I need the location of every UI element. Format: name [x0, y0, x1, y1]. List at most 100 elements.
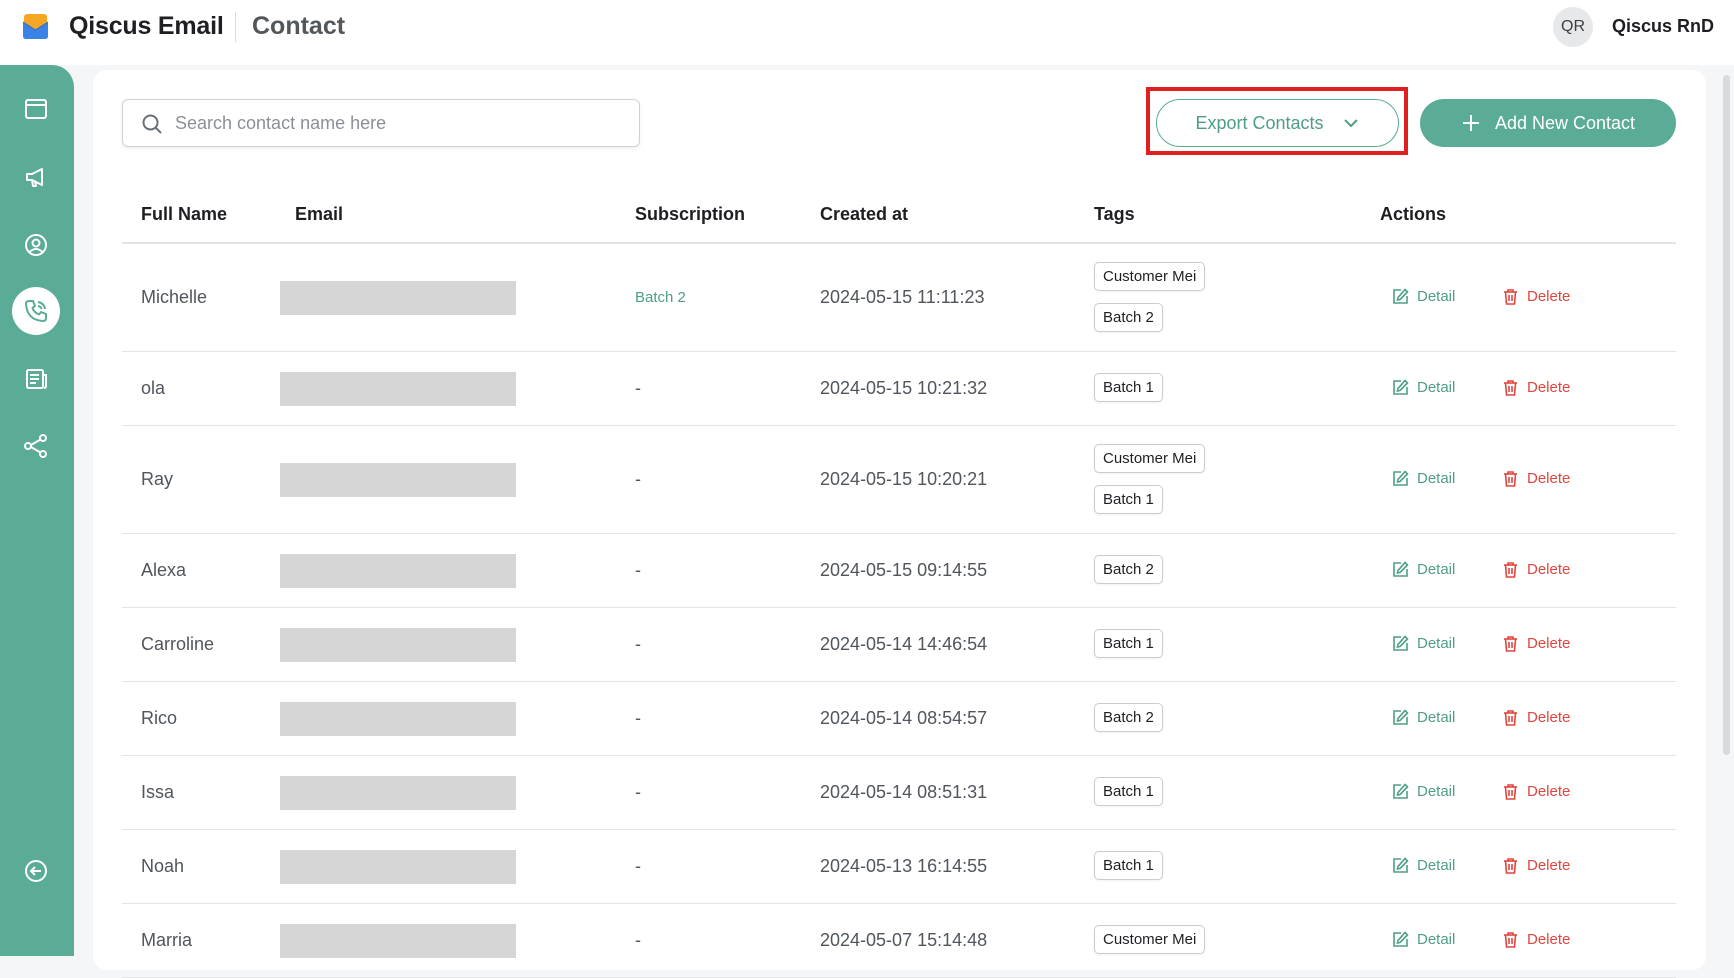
subscription-value: -	[635, 560, 641, 580]
detail-label: Detail	[1417, 635, 1456, 652]
created-at-value: 2024-05-15 11:11:23	[820, 287, 985, 307]
delete-label: Delete	[1527, 561, 1571, 578]
edit-icon	[1393, 561, 1409, 577]
tag-list: Customer Mei Batch 2	[1094, 262, 1206, 332]
sidebar-item-integrations[interactable]	[12, 422, 60, 470]
column-full-name: Full Name	[141, 204, 228, 224]
arrow-left-circle-icon	[25, 860, 47, 882]
detail-label: Detail	[1417, 857, 1456, 874]
add-new-contact-button[interactable]: Add New Contact	[1420, 99, 1676, 147]
subscription-value: -	[635, 930, 641, 950]
delete-button[interactable]: Delete	[1502, 288, 1570, 305]
tag-list: Batch 2	[1094, 703, 1163, 732]
tag-list: Customer Mei	[1094, 925, 1206, 954]
table-row: Carroline - 2024-05-14 14:46:54 Batch 1 Deta…	[122, 608, 1676, 682]
contact-name: Carroline	[141, 634, 215, 654]
subscription-value[interactable]: Batch 2	[635, 289, 686, 306]
table-row: Noah - 2024-05-13 16:14:55 Batch 1 Detail Del…	[122, 830, 1676, 904]
detail-button[interactable]: Detail	[1392, 931, 1455, 948]
search-box[interactable]	[122, 99, 640, 147]
chevron-down-icon	[1343, 119, 1358, 128]
delete-label: Delete	[1527, 470, 1571, 487]
delete-button[interactable]: Delete	[1502, 561, 1570, 578]
delete-button[interactable]: Delete	[1502, 635, 1570, 652]
user-circle-icon	[25, 234, 47, 256]
table-header: Full Name Email Subscription Created at …	[122, 190, 1676, 244]
table-row: Ray - 2024-05-15 10:20:21 Customer Mei Batch…	[122, 426, 1676, 534]
contact-name: Marria	[141, 930, 193, 950]
column-actions: Actions	[1380, 204, 1447, 224]
trash-icon	[1504, 380, 1517, 396]
detail-button[interactable]: Detail	[1392, 379, 1455, 396]
detail-button[interactable]: Detail	[1392, 783, 1455, 800]
delete-button[interactable]: Delete	[1502, 931, 1570, 948]
sidebar-item-campaigns[interactable]	[12, 85, 60, 133]
delete-label: Delete	[1527, 783, 1571, 800]
email-redacted	[280, 463, 516, 497]
created-at-value: 2024-05-15 09:14:55	[820, 560, 988, 580]
detail-label: Detail	[1417, 709, 1456, 726]
email-redacted	[280, 628, 516, 662]
search-icon	[142, 114, 162, 134]
detail-label: Detail	[1417, 470, 1456, 487]
detail-label: Detail	[1417, 783, 1456, 800]
detail-button[interactable]: Detail	[1392, 561, 1455, 578]
detail-button[interactable]: Detail	[1392, 470, 1455, 487]
detail-button[interactable]: Detail	[1392, 635, 1455, 652]
megaphone-icon	[26, 168, 43, 187]
detail-button[interactable]: Detail	[1392, 857, 1455, 874]
created-at-value: 2024-05-15 10:21:32	[820, 378, 988, 398]
app-title: Qiscus Email	[69, 12, 224, 40]
subscription-value: -	[635, 856, 641, 876]
detail-button[interactable]: Detail	[1392, 288, 1455, 305]
subscription-value: -	[635, 469, 641, 489]
avatar[interactable]: QR	[1553, 7, 1593, 47]
tag-list: Batch 2	[1094, 555, 1163, 584]
contact-name: Alexa	[141, 560, 187, 580]
tag-badge: Batch 1	[1094, 851, 1163, 880]
top-bar: Qiscus Email Contact QR Qiscus RnD	[0, 0, 1734, 65]
email-redacted	[280, 372, 516, 406]
user-name[interactable]: Qiscus RnD	[1612, 16, 1714, 37]
tag-list: Batch 1	[1094, 777, 1163, 806]
tag-badge: Customer Mei	[1094, 925, 1206, 954]
export-contacts-label: Export Contacts	[1195, 112, 1324, 133]
column-subscription: Subscription	[635, 204, 746, 224]
created-at-value: 2024-05-14 14:46:54	[820, 634, 988, 654]
delete-button[interactable]: Delete	[1502, 379, 1570, 396]
delete-label: Delete	[1527, 379, 1571, 396]
contact-name: ola	[141, 378, 166, 398]
edit-icon	[1393, 288, 1409, 304]
scrollbar[interactable]	[1723, 75, 1730, 755]
contact-name: Ray	[141, 469, 174, 489]
delete-button[interactable]: Delete	[1502, 470, 1570, 487]
delete-button[interactable]: Delete	[1502, 709, 1570, 726]
collapse-sidebar-button[interactable]	[12, 847, 60, 895]
delete-button[interactable]: Delete	[1502, 857, 1570, 874]
created-at-value: 2024-05-15 10:20:21	[820, 469, 988, 489]
search-input[interactable]	[175, 100, 625, 146]
tag-badge: Batch 1	[1094, 485, 1163, 514]
column-email: Email	[295, 204, 344, 224]
email-redacted	[280, 850, 516, 884]
subscription-value: -	[635, 634, 641, 654]
detail-label: Detail	[1417, 931, 1456, 948]
delete-button[interactable]: Delete	[1502, 783, 1570, 800]
email-redacted	[280, 554, 516, 588]
table-row: Marria - 2024-05-07 15:14:48 Customer Mei De…	[122, 904, 1676, 978]
tag-badge: Customer Mei	[1094, 444, 1206, 473]
export-contacts-button[interactable]: Export Contacts	[1156, 99, 1399, 147]
trash-icon	[1504, 289, 1517, 305]
sidebar-item-profile[interactable]	[12, 221, 60, 269]
tag-list: Batch 1	[1094, 851, 1163, 880]
delete-label: Delete	[1527, 931, 1571, 948]
trash-icon	[1504, 471, 1517, 487]
sidebar	[0, 65, 74, 956]
delete-label: Delete	[1527, 857, 1571, 874]
sidebar-item-templates[interactable]	[12, 355, 60, 403]
sidebar-item-contact[interactable]	[12, 287, 60, 335]
sidebar-item-broadcast[interactable]	[12, 153, 60, 201]
edit-icon	[1393, 709, 1409, 725]
detail-button[interactable]: Detail	[1392, 709, 1455, 726]
trash-icon	[1504, 784, 1517, 800]
